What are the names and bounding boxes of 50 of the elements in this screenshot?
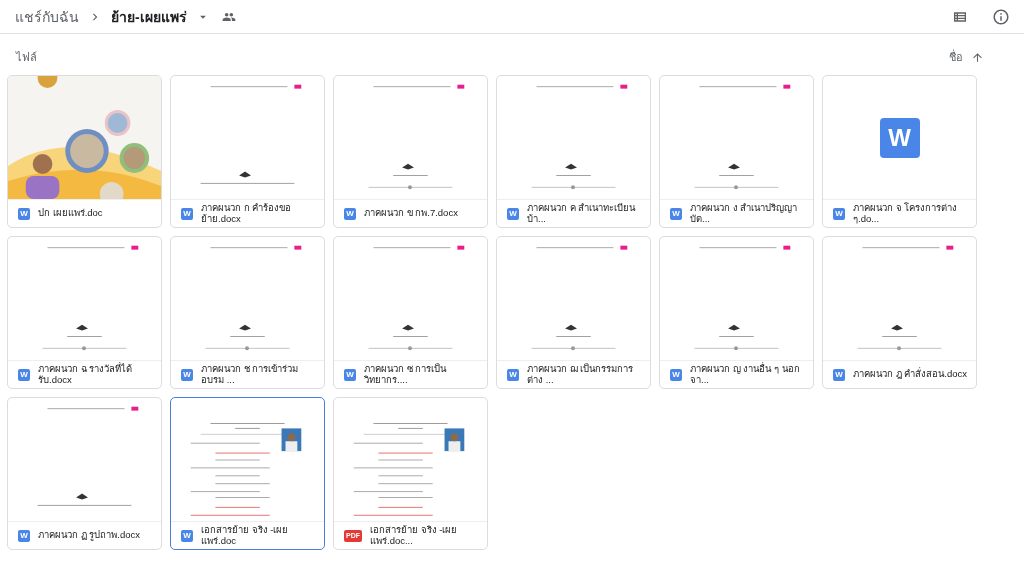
file-card[interactable]: W ภาคผนวก ก คำร้องขอย้าย.docx xyxy=(170,75,325,228)
document-icon: W xyxy=(879,117,920,158)
sort-button[interactable]: ชื่อ xyxy=(949,48,984,66)
file-name: ปก เผยแพร่.doc xyxy=(38,208,103,219)
file-card[interactable]: W ปก เผยแพร่.doc xyxy=(7,75,162,228)
document-icon: W xyxy=(181,529,193,542)
file-name: เอกสารย้าย จริง -เผยแพร่.doc xyxy=(201,524,290,547)
file-card[interactable]: W ภาคผนวก ฌ เป็นกรรมการต่าง ... xyxy=(496,236,651,389)
section-label: ไฟล์ xyxy=(16,50,37,65)
document-icon: W xyxy=(344,368,356,381)
document-icon: W xyxy=(18,368,30,381)
file-card[interactable]: W ภาคผนวก ค สำเนาทะเบียนบ้า... xyxy=(496,75,651,228)
document-icon: W xyxy=(833,207,845,220)
file-card[interactable]: W ภาคผนวก ข กพ.7.docx xyxy=(333,75,488,228)
file-name: ภาคผนวก จ โครงการต่าง ๆ.do... xyxy=(853,202,959,225)
document-icon: W xyxy=(507,207,519,220)
file-name: ภาคผนวก ฏ รูปถาพ.docx xyxy=(38,530,140,541)
file-name: ภาคผนวก ฎ คำสั่งสอน.docx xyxy=(853,369,967,380)
file-name: เอกสารย้าย จริง -เผยแพร่.doc... xyxy=(370,524,459,547)
document-icon: W xyxy=(833,368,845,381)
document-icon: W xyxy=(181,207,193,220)
file-name: ภาคผนวก ช การเข้าร่วมอบรม ... xyxy=(201,363,300,386)
file-card[interactable]: W ภาคผนวก ญ งานอื่น ๆ นอกจา... xyxy=(659,236,814,389)
file-card[interactable]: W ภาคผนวก ง สำเนาปริญญาบัต... xyxy=(659,75,814,228)
file-card[interactable]: W ภาคผนวก ฉ รางวัลที่ได้รับ.docx xyxy=(7,236,162,389)
document-icon: W xyxy=(18,529,30,542)
file-name: ภาคผนวก ฌ เป็นกรรมการต่าง ... xyxy=(527,363,635,386)
file-name: ภาคผนวก ค สำเนาทะเบียนบ้า... xyxy=(527,202,637,225)
file-card[interactable]: W ภาคผนวก ซ การเป็นวิทยากร.... xyxy=(333,236,488,389)
document-icon: W xyxy=(18,207,30,220)
document-icon: W xyxy=(181,368,193,381)
breadcrumb-item[interactable]: ย้าย-เผยแพร่ xyxy=(108,3,190,30)
file-card[interactable]: W W ภาคผนวก จ โครงการต่าง ๆ.do... xyxy=(822,75,977,228)
file-card[interactable]: W ภาคผนวก ช การเข้าร่วมอบรม ... xyxy=(170,236,325,389)
document-icon: W xyxy=(670,368,682,381)
arrow-up-icon xyxy=(971,50,984,64)
file-name: ภาคผนวก ญ งานอื่น ๆ นอกจา... xyxy=(690,363,801,386)
file-card[interactable]: W เอกสารย้าย จริง -เผยแพร่.doc xyxy=(170,397,325,550)
document-icon: W xyxy=(344,207,356,220)
file-card[interactable]: W ภาคผนวก ฎ คำสั่งสอน.docx xyxy=(822,236,977,389)
info-icon[interactable] xyxy=(992,7,1010,26)
file-name: ภาคผนวก ก คำร้องขอย้าย.docx xyxy=(201,202,293,225)
file-name: ภาคผนวก ง สำเนาปริญญาบัต... xyxy=(690,202,799,225)
document-icon: W xyxy=(507,368,519,381)
document-icon: W xyxy=(670,207,682,220)
breadcrumb-item[interactable]: แชร์กับฉัน xyxy=(12,3,82,30)
file-name: ภาคผนวก ฉ รางวัลที่ได้รับ.docx xyxy=(38,363,134,386)
file-name: ภาคผนวก ซ การเป็นวิทยากร.... xyxy=(364,363,448,386)
file-name: ภาคผนวก ข กพ.7.docx xyxy=(364,208,458,219)
file-card[interactable]: W ภาคผนวก ฏ รูปถาพ.docx xyxy=(7,397,162,550)
